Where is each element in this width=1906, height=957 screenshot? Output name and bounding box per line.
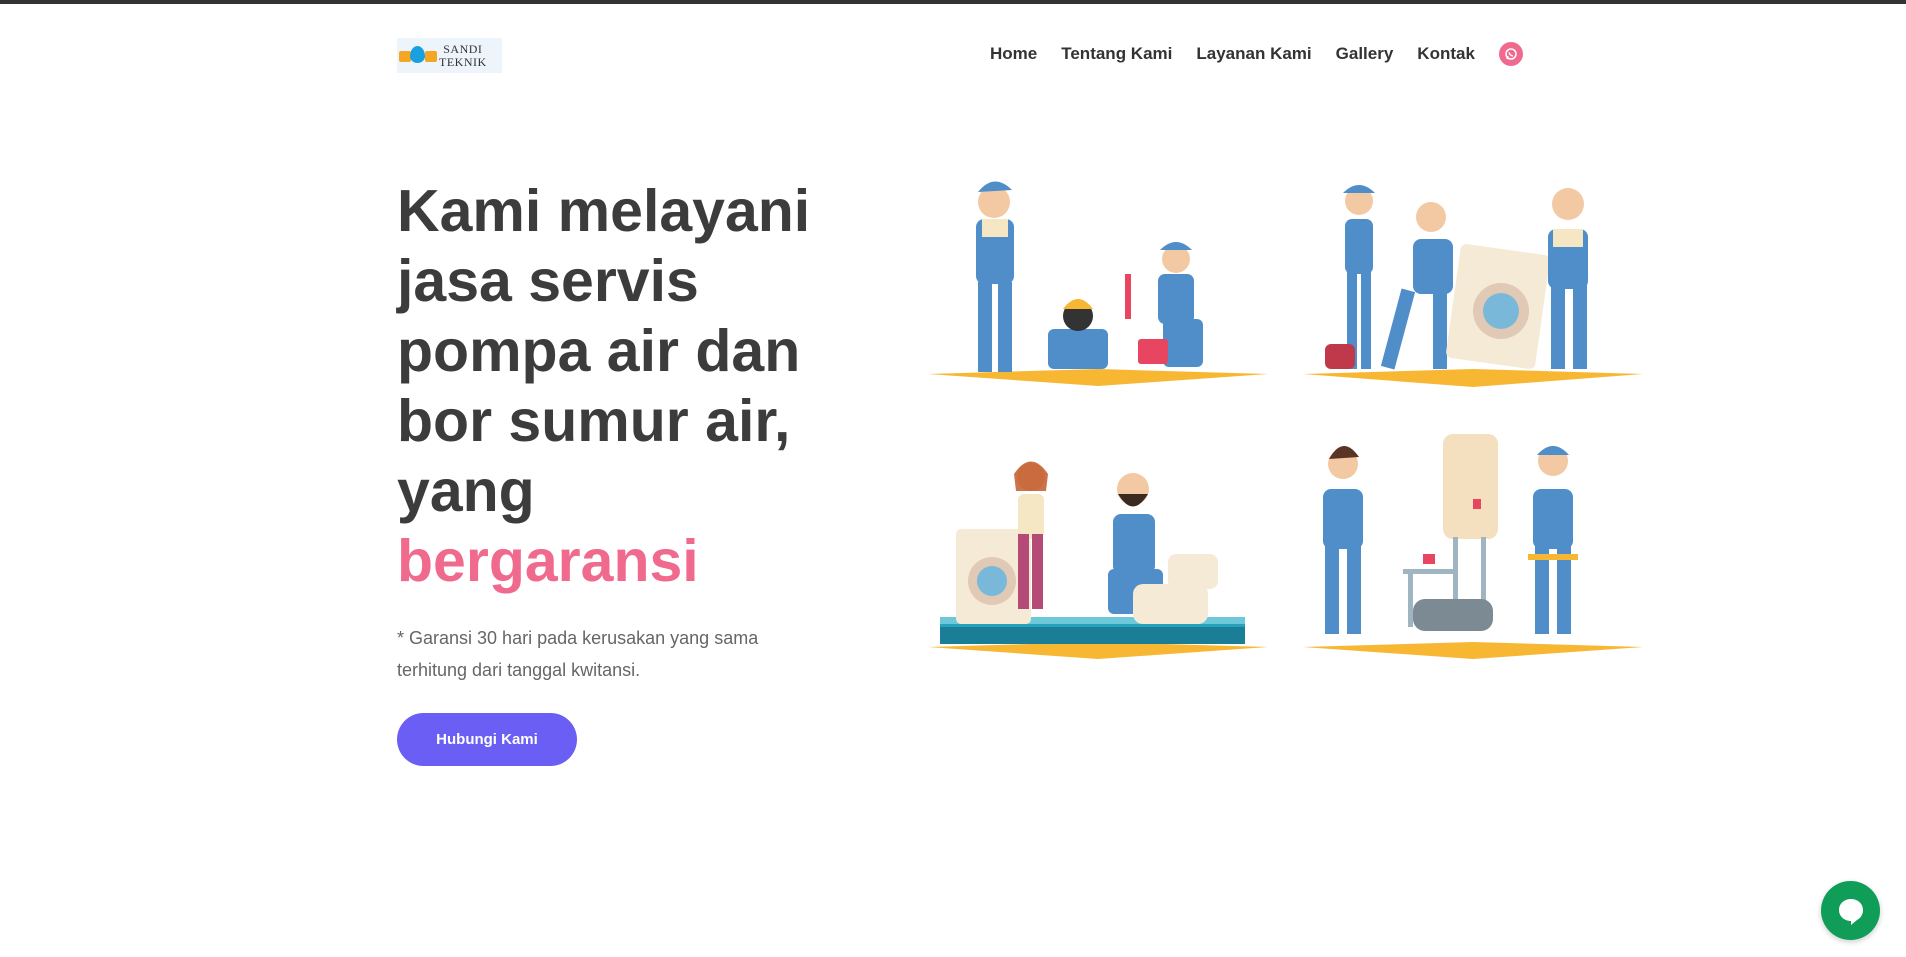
nav-kontak[interactable]: Kontak: [1417, 44, 1475, 64]
flooded-bathroom-illustration: [928, 429, 1268, 664]
nav-layanan-kami[interactable]: Layanan Kami: [1196, 44, 1311, 64]
hero-line-2: jasa servis: [397, 248, 699, 314]
chat-bubble-icon[interactable]: [1821, 881, 1880, 940]
main-nav: Home Tentang Kami Layanan Kami Gallery K…: [990, 42, 1523, 66]
brand-logo[interactable]: SANDI TEKNIK: [397, 38, 502, 73]
water-heater-installation-illustration: [1303, 429, 1643, 664]
nav-tentang-kami[interactable]: Tentang Kami: [1061, 44, 1172, 64]
site-header: SANDI TEKNIK Home Tentang Kami Layanan K…: [0, 4, 1906, 104]
hero-line-1: Kami melayani: [397, 178, 811, 244]
logo-text: SANDI TEKNIK: [439, 41, 487, 69]
warranty-note: * Garansi 30 hari pada kerusakan yang sa…: [397, 628, 759, 680]
hero-line-5: yang: [397, 458, 535, 524]
washing-machine-repair-illustration: [1303, 169, 1643, 389]
logo-drop-icon: [397, 38, 439, 73]
plumbers-team-illustration: [928, 164, 1268, 389]
hero-line-3: pompa air dan: [397, 318, 801, 384]
contact-us-button[interactable]: Hubungi Kami: [397, 713, 577, 766]
whatsapp-icon[interactable]: [1498, 42, 1523, 66]
nav-gallery[interactable]: Gallery: [1336, 44, 1394, 64]
logo-line-1: SANDI: [443, 41, 483, 56]
nav-home[interactable]: Home: [990, 44, 1037, 64]
hero-heading: Kami melayani jasa servis pompa air dan …: [397, 176, 837, 596]
logo-line-2: TEKNIK: [439, 54, 487, 69]
hero-accent-word: bergaransi: [397, 528, 699, 594]
hero-line-4: bor sumur air,: [397, 388, 791, 454]
